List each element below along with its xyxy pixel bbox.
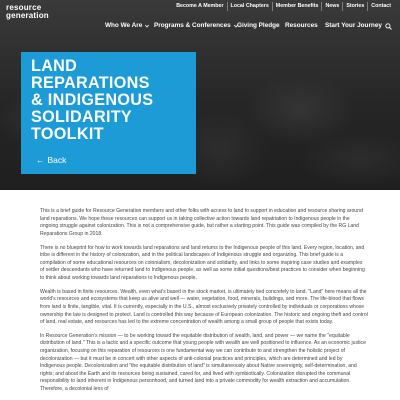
utility-link-stories[interactable]: Stories	[342, 2, 367, 11]
chevron-down-icon	[145, 24, 150, 28]
nav-resources-label: Resources	[285, 22, 318, 29]
page-title-line-3: & INDIGENOUS	[31, 91, 154, 109]
header-hero: resource generation Become A Member Loca…	[0, 0, 400, 190]
page-title-line-1: LAND	[31, 57, 78, 75]
page-title-line-2: REPARATIONS	[31, 74, 150, 92]
paragraph-intro: This is a brief guide for Resource Gener…	[40, 208, 363, 237]
arrow-left-icon: ←	[36, 155, 45, 165]
paragraph-wealth: Wealth is based in finite resources. Wea…	[40, 288, 368, 326]
nav-giving-pledge-label: Giving Pledge	[237, 22, 280, 29]
paragraph-mission: In Resource Generation's mission — to be…	[40, 332, 366, 393]
page-title-box: LAND REPARATIONS & INDIGENOUS SOLIDARITY…	[21, 52, 196, 174]
utility-link-news[interactable]: News	[321, 2, 342, 11]
nav-start-your-journey[interactable]: Start Your Journey	[325, 22, 382, 29]
nav-who-we-are[interactable]: Who We Are	[105, 22, 150, 29]
utility-nav: Become A Member Local Chapters Member Be…	[173, 2, 394, 11]
back-link-label: Back	[47, 155, 67, 165]
main-nav: Who We Are Programs & Conferences Giving…	[0, 18, 400, 38]
utility-link-member-benefits[interactable]: Member Benefits	[271, 2, 322, 11]
page-title-line-5: TOOLKIT	[31, 125, 104, 143]
search-icon	[385, 23, 392, 30]
article-body: This is a brief guide for Resource Gener…	[40, 208, 368, 400]
nav-giving-pledge[interactable]: Giving Pledge	[237, 22, 280, 29]
page-title-line-4: SOLIDARITY	[31, 108, 133, 126]
paragraph-blueprint: There is no blueprint for how to work to…	[40, 244, 365, 281]
search-button[interactable]	[385, 23, 392, 30]
back-link[interactable]: ← Back	[36, 155, 66, 165]
utility-link-contact[interactable]: Contact	[367, 2, 394, 11]
nav-resources[interactable]: Resources	[285, 22, 318, 29]
utility-link-become-member[interactable]: Become A Member	[173, 2, 226, 11]
nav-programs-label: Programs & Conferences	[154, 22, 231, 29]
nav-programs-conferences[interactable]: Programs & Conferences	[154, 22, 238, 29]
utility-link-local-chapters[interactable]: Local Chapters	[226, 2, 272, 11]
nav-who-we-are-label: Who We Are	[105, 22, 143, 29]
nav-start-journey-label: Start Your Journey	[325, 22, 382, 29]
